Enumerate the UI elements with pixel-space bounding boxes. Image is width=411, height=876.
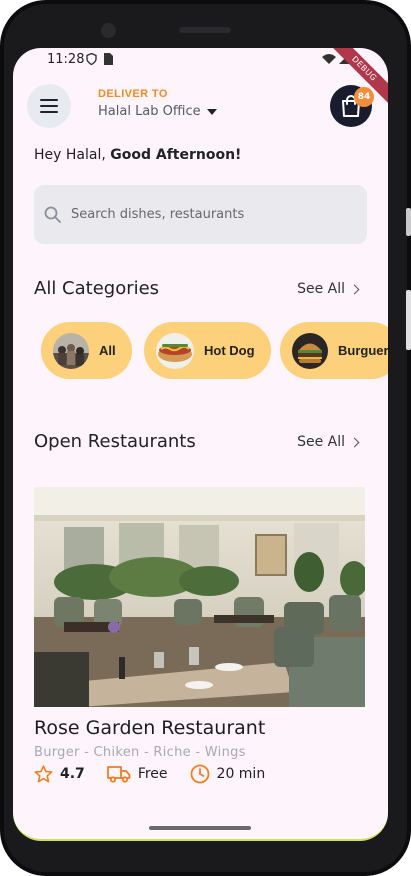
- burger-image: [292, 332, 328, 369]
- hamburger-icon: [40, 99, 58, 113]
- phone-volume-button: [406, 290, 411, 350]
- search-placeholder: Search dishes, restaurants: [71, 207, 245, 222]
- see-all-label: See All: [297, 434, 345, 450]
- deliver-to-label: DELIVER TO: [98, 88, 168, 100]
- location-selector[interactable]: Halal Lab Office: [98, 104, 217, 119]
- category-all-image: [53, 332, 89, 369]
- clock-icon: [190, 764, 209, 784]
- greeting-emphasis: Good Afternoon!: [110, 147, 242, 163]
- home-indicator[interactable]: [149, 826, 251, 830]
- hot-dog-image: [156, 332, 194, 369]
- category-chip-all[interactable]: All: [41, 322, 132, 379]
- front-camera: [101, 23, 116, 38]
- search-icon: [44, 206, 61, 223]
- delivery-truck-icon: [106, 766, 131, 783]
- location-name: Halal Lab Office: [98, 104, 201, 119]
- status-bar: 11:28: [13, 48, 388, 74]
- category-chip-hot-dog[interactable]: Hot Dog: [144, 322, 271, 379]
- chevron-right-icon: [349, 437, 360, 447]
- chevron-right-icon: [349, 284, 360, 294]
- category-label: All: [99, 343, 116, 358]
- earpiece-speaker: [179, 27, 231, 33]
- category-chip-burguer[interactable]: Burguer: [280, 322, 388, 379]
- status-time: 11:28: [47, 52, 85, 67]
- search-input[interactable]: Search dishes, restaurants: [34, 185, 367, 244]
- cart-count-badge: 84: [354, 87, 374, 107]
- greeting-prefix: Hey Halal,: [34, 147, 111, 163]
- categories-title: All Categories: [34, 278, 160, 299]
- rating-value: 4.7: [60, 766, 85, 782]
- restaurant-tags: Burger - Chiken - Riche - Wings: [34, 745, 246, 760]
- see-all-label: See All: [297, 281, 345, 297]
- rating: 4.7: [34, 765, 85, 783]
- time-value: 20 min: [216, 766, 266, 782]
- star-icon: [34, 765, 53, 783]
- categories-see-all[interactable]: See All: [297, 281, 360, 297]
- caret-down-icon: [206, 108, 217, 115]
- greeting: Hey Halal, Good Afternoon!: [34, 147, 241, 163]
- category-label: Burguer: [338, 343, 388, 358]
- category-label: Hot Dog: [204, 343, 255, 358]
- restaurant-name[interactable]: Rose Garden Restaurant: [34, 717, 265, 739]
- restaurant-meta: 4.7 Free 20 min: [34, 764, 287, 784]
- menu-button[interactable]: [27, 84, 71, 128]
- app-screen: 11:28 DEBUG DELIVER TO Halal Lab Office …: [13, 48, 388, 841]
- sim-card-icon: [104, 53, 113, 68]
- phone-frame: 11:28 DEBUG DELIVER TO Halal Lab Office …: [0, 0, 411, 876]
- delivery-value: Free: [137, 766, 168, 782]
- delivery-fee: Free: [106, 765, 168, 783]
- restaurants-title: Open Restaurants: [34, 431, 196, 452]
- restaurants-see-all[interactable]: See All: [297, 434, 360, 450]
- phone-side-button: [406, 208, 411, 236]
- delivery-time: 20 min: [190, 764, 266, 784]
- shield-icon: [86, 52, 97, 68]
- restaurant-photo[interactable]: [34, 487, 365, 707]
